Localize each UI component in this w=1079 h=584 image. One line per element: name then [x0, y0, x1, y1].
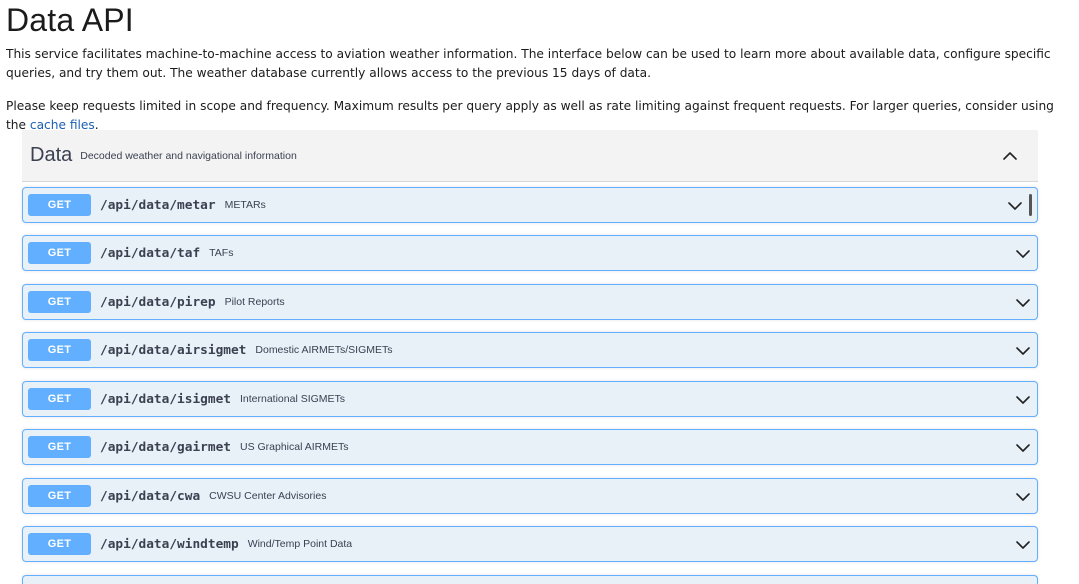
data-section-header[interactable]: Data Decoded weather and navigational in… [22, 130, 1038, 182]
operation-metar[interactable]: GET /api/data/metar METARs [22, 187, 1038, 223]
chevron-down-icon[interactable] [1015, 392, 1031, 408]
operation-path: /api/data/cwa [100, 488, 201, 504]
operation-path: /api/data/taf [100, 245, 201, 261]
operation-path: /api/data/airsigmet [100, 342, 247, 358]
method-badge: GET [28, 339, 91, 361]
operation-path: /api/data/windtemp [100, 536, 239, 552]
operation-summary: TAFs [209, 247, 234, 259]
section-title: Data [30, 144, 73, 166]
page-title: Data API [6, 2, 134, 38]
operation-summary: International SIGMETs [239, 393, 346, 405]
operation-path: /api/data/metar [100, 197, 216, 213]
method-badge: GET [28, 242, 91, 264]
operation-windtemp[interactable]: GET /api/data/windtemp Wind/Temp Point D… [22, 526, 1038, 562]
operation-summary: CWSU Center Advisories [209, 490, 327, 502]
intro-text: This service facilitates machine-to-mach… [6, 47, 1051, 80]
operation-isigmet[interactable]: GET /api/data/isigmet International SIGM… [22, 381, 1038, 417]
operation-next-partial[interactable] [22, 575, 1038, 584]
operation-path: /api/data/gairmet [100, 439, 231, 455]
operation-cwa[interactable]: GET /api/data/cwa CWSU Center Advisories [22, 478, 1038, 514]
operation-airsigmet[interactable]: GET /api/data/airsigmet Domestic AIRMETs… [22, 332, 1038, 368]
chevron-down-icon[interactable] [1015, 246, 1031, 262]
chevron-down-icon[interactable] [1015, 343, 1031, 359]
method-badge: GET [28, 533, 91, 555]
chevron-up-icon[interactable] [1002, 148, 1018, 164]
operation-summary: Wind/Temp Point Data [247, 538, 353, 550]
chevron-down-icon[interactable] [1015, 489, 1031, 505]
operation-gairmet[interactable]: GET /api/data/gairmet US Graphical AIRME… [22, 429, 1038, 465]
chevron-down-icon[interactable] [1007, 198, 1023, 214]
operation-summary: METARs [224, 199, 266, 211]
method-badge: GET [28, 291, 91, 313]
operation-summary: Pilot Reports [224, 296, 285, 308]
operation-path: /api/data/pirep [100, 294, 216, 310]
operation-pirep[interactable]: GET /api/data/pirep Pilot Reports [22, 284, 1038, 320]
chevron-down-icon[interactable] [1015, 295, 1031, 311]
operation-summary: Domestic AIRMETs/SIGMETs [255, 344, 393, 356]
section-description: Decoded weather and navigational informa… [80, 149, 297, 162]
chevron-down-icon[interactable] [1015, 440, 1031, 456]
operation-summary: US Graphical AIRMETs [239, 441, 349, 453]
operation-path: /api/data/isigmet [100, 391, 231, 407]
method-badge: GET [28, 194, 91, 216]
notice-text: Please keep requests limited in scope an… [6, 99, 1054, 132]
chevron-down-icon[interactable] [1015, 537, 1031, 553]
method-badge: GET [28, 485, 91, 507]
scrollbar-thumb[interactable] [1029, 194, 1032, 216]
operation-taf[interactable]: GET /api/data/taf TAFs [22, 235, 1038, 271]
method-badge: GET [28, 388, 91, 410]
method-badge: GET [28, 436, 91, 458]
